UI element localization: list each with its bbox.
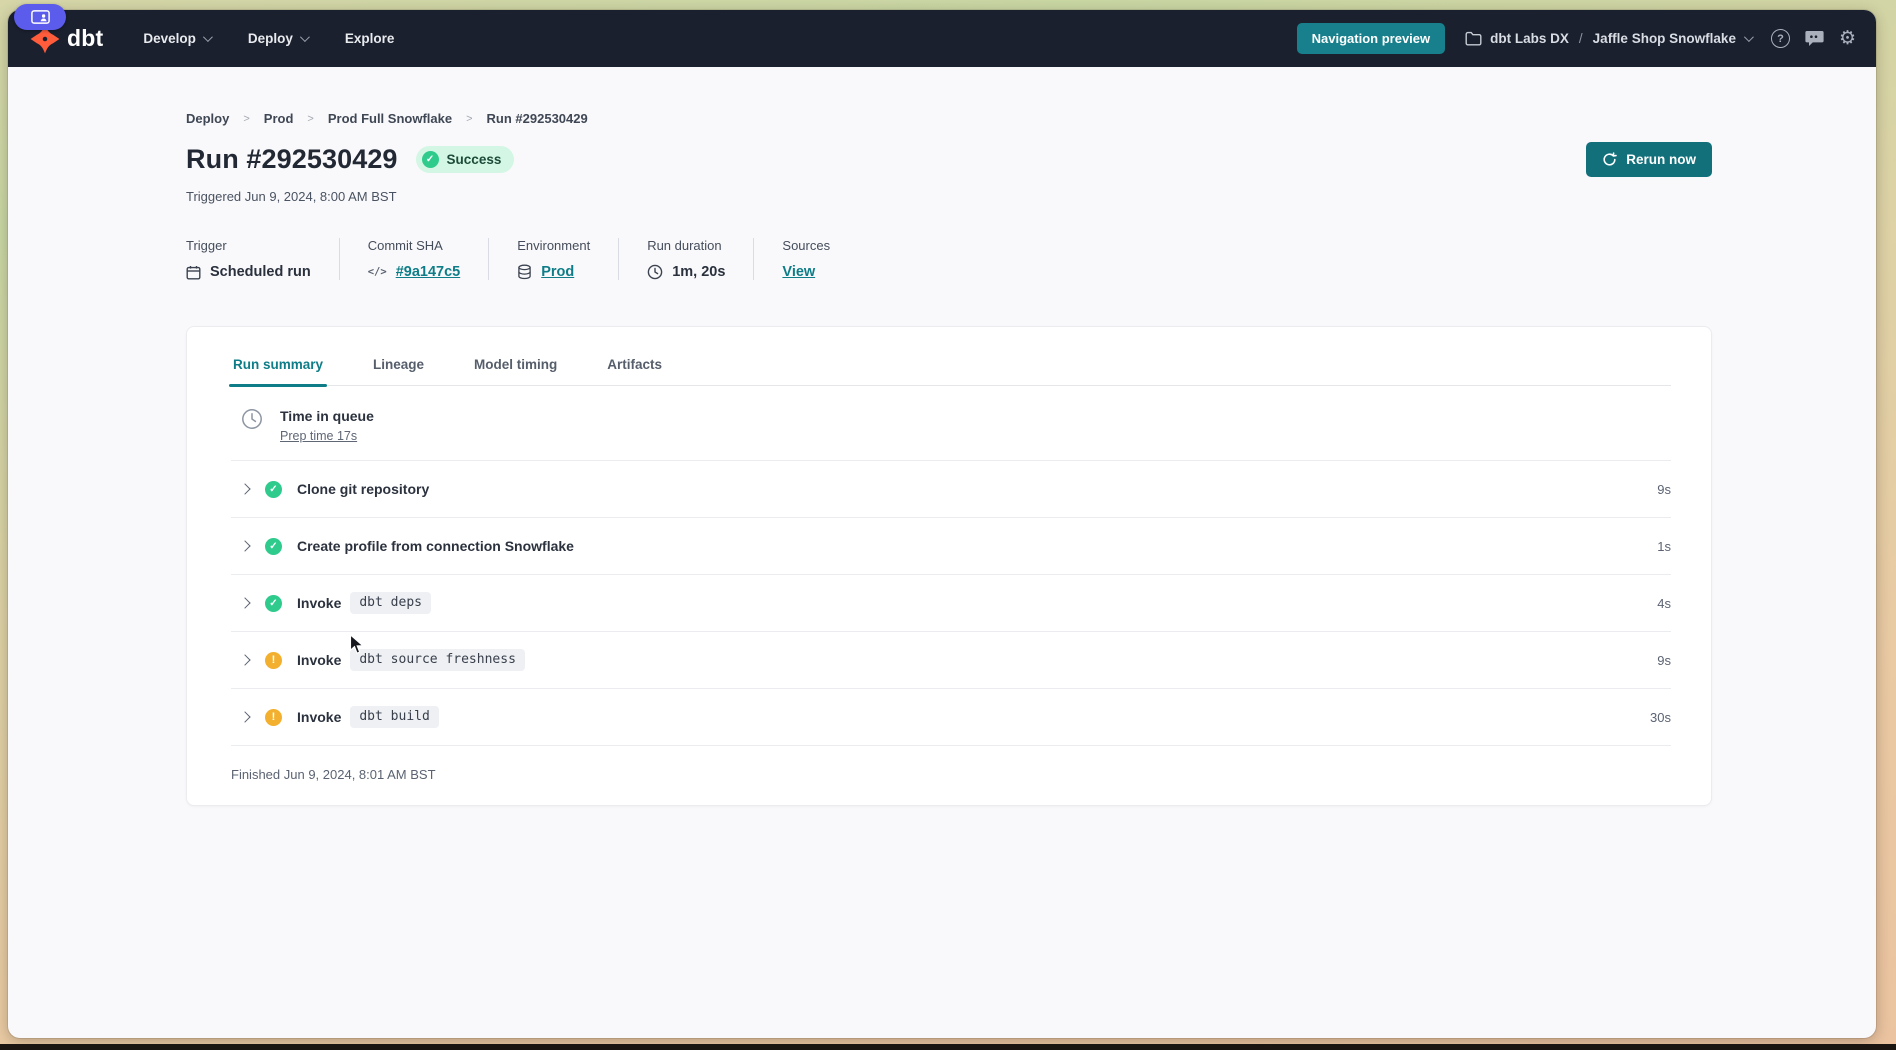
screen-user-icon [31,10,50,24]
warning-icon: ! [265,652,282,669]
breadcrumb-separator: > [307,113,313,125]
help-icon[interactable]: ? [1771,29,1790,48]
run-step-row[interactable]: ✓ Create profile from connection Snowfla… [231,518,1671,575]
nav-menu-item[interactable]: Explore [345,31,395,46]
meta-column: Sources View [753,238,858,280]
tab-run-summary[interactable]: Run summary [231,353,325,385]
tab-artifacts[interactable]: Artifacts [605,353,664,385]
meta-link[interactable]: Prod [541,264,574,280]
step-duration: 9s [1657,653,1671,668]
rerun-now-button[interactable]: Rerun now [1586,142,1712,177]
app-window: dbt Develop Deploy Explore Navigation pr… [8,10,1876,1038]
run-metadata-row: Trigger Scheduled run Commit SHA </> #9a… [186,238,1712,280]
chevron-right-icon[interactable] [239,597,250,608]
screen-share-badge[interactable] [14,4,66,30]
folder-icon [1465,31,1482,46]
breadcrumb-item[interactable]: Deploy [186,111,229,126]
success-check-icon: ✓ [422,151,439,168]
meta-link[interactable]: #9a147c5 [396,264,461,280]
nav-menu-item[interactable]: Develop [143,31,210,46]
chevron-down-icon [1744,32,1754,42]
chevron-right-icon[interactable] [239,654,250,665]
chevron-right-icon[interactable] [239,483,250,494]
tab-bar: Run summary Lineage Model timing Artifacts [231,327,1671,386]
background-bottom-strip [0,1044,1896,1050]
chevron-down-icon [203,32,213,42]
run-step-row[interactable]: ✓ Clone git repository 9s [231,461,1671,518]
navigation-preview-button[interactable]: Navigation preview [1297,23,1445,54]
success-check-icon: ✓ [265,481,282,498]
breadcrumb-item: Run #292530429 [487,111,588,126]
queue-title: Time in queue [280,408,374,424]
breadcrumb-separator: > [243,113,249,125]
database-icon [517,264,532,280]
nav-menus: Develop Deploy Explore [143,31,394,46]
clock-icon [647,264,663,280]
feedback-icon[interactable] [1805,30,1824,47]
top-navbar: dbt Develop Deploy Explore Navigation pr… [8,10,1876,67]
tab-lineage[interactable]: Lineage [371,353,426,385]
gear-icon[interactable]: ⚙ [1839,29,1856,48]
breadcrumb-separator: > [466,113,472,125]
chevron-right-icon[interactable] [239,711,250,722]
time-in-queue-row: Time in queue Prep time 17s [231,386,1671,461]
success-check-icon: ✓ [265,595,282,612]
calendar-icon [186,265,201,280]
chevron-down-icon [300,32,310,42]
run-detail-page: Deploy > Prod > Prod Full Snowflake > Run #292… [8,67,1876,1038]
dbt-logo-text: dbt [67,25,103,52]
project-label: Jaffle Shop Snowflake [1593,31,1736,46]
run-step-row[interactable]: ! Invoke dbt source freshness 9s [231,632,1671,689]
success-check-icon: ✓ [265,538,282,555]
meta-column: Commit SHA </> #9a147c5 [339,238,488,280]
step-duration: 30s [1650,710,1671,725]
status-badge: ✓ Success [416,146,515,173]
account-label: dbt Labs DX [1490,31,1569,46]
run-steps-list: ✓ Clone git repository 9s ✓ Create profi… [231,461,1671,746]
breadcrumb: Deploy > Prod > Prod Full Snowflake > Run #292… [186,67,1712,126]
queue-clock-icon [241,408,263,430]
prep-time-link[interactable]: Prep time 17s [280,429,357,443]
run-step-row[interactable]: ✓ Invoke dbt deps 4s [231,575,1671,632]
run-step-row[interactable]: ! Invoke dbt build 30s [231,689,1671,746]
code-icon: </> [368,266,387,278]
page-title: Run #292530429 [186,144,398,175]
path-separator: / [1577,31,1585,46]
meta-link[interactable]: View [782,264,815,280]
meta-column: Run duration 1m, 20s [618,238,753,280]
chevron-right-icon[interactable] [239,540,250,551]
meta-column: Trigger Scheduled run [186,238,339,280]
triggered-timestamp: Triggered Jun 9, 2024, 8:00 AM BST [186,189,1712,204]
meta-column: Environment Prod [488,238,618,280]
step-duration: 9s [1657,482,1671,497]
status-label: Success [447,152,502,167]
tab-model-timing[interactable]: Model timing [472,353,559,385]
account-project-switcher[interactable]: dbt Labs DX / Jaffle Shop Snowflake [1465,31,1751,46]
warning-icon: ! [265,709,282,726]
run-summary-card: Run summaryLineageModel timingArtifacts … [186,326,1712,806]
nav-menu-item[interactable]: Deploy [248,31,307,46]
step-duration: 1s [1657,539,1671,554]
breadcrumb-item[interactable]: Prod [264,111,294,126]
step-duration: 4s [1657,596,1671,611]
breadcrumb-item[interactable]: Prod Full Snowflake [328,111,452,126]
refresh-icon [1602,152,1617,167]
finished-timestamp: Finished Jun 9, 2024, 8:01 AM BST [231,746,1671,805]
